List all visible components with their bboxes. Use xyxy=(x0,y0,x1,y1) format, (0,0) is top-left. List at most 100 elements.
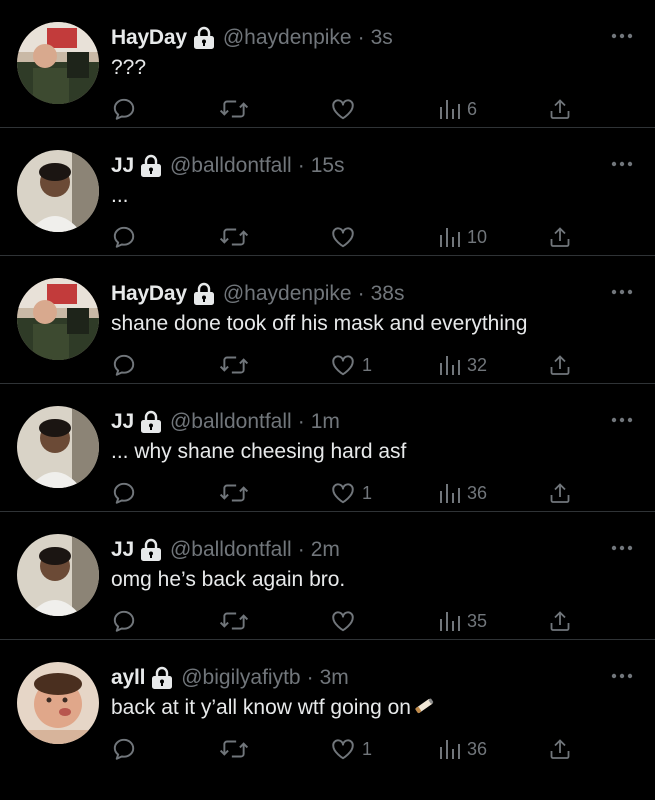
display-name[interactable]: HayDay xyxy=(111,25,187,51)
reply-button[interactable] xyxy=(111,350,137,380)
tweet-text: omg he’s back again bro. xyxy=(111,568,346,591)
reply-button[interactable] xyxy=(111,606,137,636)
lock-icon xyxy=(193,26,215,50)
tweet[interactable]: JJ @balldontfall · 2m omg he’s back agai… xyxy=(0,512,655,640)
display-name[interactable]: JJ xyxy=(111,537,134,563)
avatar[interactable] xyxy=(17,22,99,104)
share-icon xyxy=(548,352,572,378)
views-button[interactable]: 35 xyxy=(439,606,487,636)
more-icon[interactable] xyxy=(611,668,633,679)
reply-button[interactable] xyxy=(111,478,137,508)
like-button[interactable] xyxy=(330,606,362,636)
separator: · xyxy=(297,410,305,433)
tweet-actions: 1 36 xyxy=(111,478,581,508)
tweet-header: JJ @balldontfall · 1m xyxy=(111,409,340,435)
heart-icon xyxy=(330,736,356,762)
retweet-button[interactable] xyxy=(219,350,249,380)
user-handle[interactable]: @balldontfall xyxy=(170,153,292,179)
tweet-text: ??? xyxy=(111,56,147,79)
tweet-text: ... xyxy=(111,184,129,207)
share-button[interactable] xyxy=(548,606,572,636)
views-button[interactable]: 32 xyxy=(439,350,487,380)
views-count: 6 xyxy=(467,98,478,119)
tweet[interactable]: HayDay @haydenpike · 38s shane done took… xyxy=(0,256,655,384)
tweet[interactable]: HayDay @haydenpike · 3s ??? 6 xyxy=(0,0,655,128)
views-count: 10 xyxy=(467,226,488,247)
tweet[interactable]: JJ @balldontfall · 15s ... 10 xyxy=(0,128,655,256)
more-icon[interactable] xyxy=(611,28,633,39)
tweet-header: HayDay @haydenpike · 38s xyxy=(111,281,404,307)
timestamp[interactable]: 3s xyxy=(371,25,393,51)
more-icon[interactable] xyxy=(611,412,633,423)
like-button[interactable]: 1 xyxy=(330,350,372,380)
views-button[interactable]: 10 xyxy=(439,222,487,252)
user-handle[interactable]: @bigilyafiytb xyxy=(181,665,300,691)
tweet[interactable]: JJ @balldontfall · 1m ... why shane chee… xyxy=(0,384,655,512)
avatar[interactable] xyxy=(17,278,99,360)
views-count: 36 xyxy=(467,482,488,503)
display-name[interactable]: ayll xyxy=(111,665,145,691)
user-handle[interactable]: @balldontfall xyxy=(170,537,292,563)
retweet-button[interactable] xyxy=(219,606,249,636)
retweet-icon xyxy=(219,480,249,506)
like-button[interactable] xyxy=(330,222,362,252)
tweet-body: back at it y’all know wtf going on xyxy=(111,695,435,724)
retweet-button[interactable] xyxy=(219,734,249,764)
views-button[interactable]: 6 xyxy=(439,94,477,124)
share-button[interactable] xyxy=(548,478,572,508)
display-name[interactable]: HayDay xyxy=(111,281,187,307)
lock-icon xyxy=(140,538,162,562)
separator: · xyxy=(357,282,365,305)
views-icon xyxy=(439,353,461,377)
more-icon[interactable] xyxy=(611,156,633,167)
like-button[interactable]: 1 xyxy=(330,734,372,764)
timestamp[interactable]: 2m xyxy=(311,537,340,563)
retweet-button[interactable] xyxy=(219,222,249,252)
tweet-text: ... why shane cheesing hard asf xyxy=(111,440,407,463)
share-icon xyxy=(548,480,572,506)
timestamp[interactable]: 15s xyxy=(311,153,345,179)
more-icon[interactable] xyxy=(611,284,633,295)
views-icon xyxy=(439,97,461,121)
share-button[interactable] xyxy=(548,94,572,124)
timestamp[interactable]: 1m xyxy=(311,409,340,435)
reply-button[interactable] xyxy=(111,94,137,124)
views-button[interactable]: 36 xyxy=(439,478,487,508)
tweet-actions: 6 xyxy=(111,94,581,124)
avatar[interactable] xyxy=(17,534,99,616)
views-button[interactable]: 36 xyxy=(439,734,487,764)
timestamp[interactable]: 38s xyxy=(371,281,405,307)
reply-icon xyxy=(111,224,137,250)
more-icon[interactable] xyxy=(611,540,633,551)
reply-button[interactable] xyxy=(111,734,137,764)
user-handle[interactable]: @balldontfall xyxy=(170,409,292,435)
like-count: 1 xyxy=(362,482,373,503)
tweet[interactable]: ayll @bigilyafiytb · 3m back at it y’all… xyxy=(0,640,655,800)
tweet-header: JJ @balldontfall · 15s xyxy=(111,153,345,179)
share-button[interactable] xyxy=(548,734,572,764)
display-name[interactable]: JJ xyxy=(111,409,134,435)
tweet-header: JJ @balldontfall · 2m xyxy=(111,537,340,563)
heart-icon xyxy=(330,608,356,634)
avatar[interactable] xyxy=(17,150,99,232)
retweet-icon xyxy=(219,736,249,762)
display-name[interactable]: JJ xyxy=(111,153,134,179)
share-button[interactable] xyxy=(548,222,572,252)
like-button[interactable] xyxy=(330,94,362,124)
reply-button[interactable] xyxy=(111,222,137,252)
separator: · xyxy=(357,26,365,49)
retweet-button[interactable] xyxy=(219,478,249,508)
separator: · xyxy=(297,538,305,561)
retweet-button[interactable] xyxy=(219,94,249,124)
separator: · xyxy=(306,666,314,689)
timestamp[interactable]: 3m xyxy=(320,665,349,691)
avatar[interactable] xyxy=(17,662,99,744)
user-handle[interactable]: @haydenpike xyxy=(223,25,352,51)
share-button[interactable] xyxy=(548,350,572,380)
like-button[interactable]: 1 xyxy=(330,478,372,508)
like-count: 1 xyxy=(362,738,373,759)
tweet-header: HayDay @haydenpike · 3s xyxy=(111,25,393,51)
avatar[interactable] xyxy=(17,406,99,488)
user-handle[interactable]: @haydenpike xyxy=(223,281,352,307)
views-icon xyxy=(439,609,461,633)
